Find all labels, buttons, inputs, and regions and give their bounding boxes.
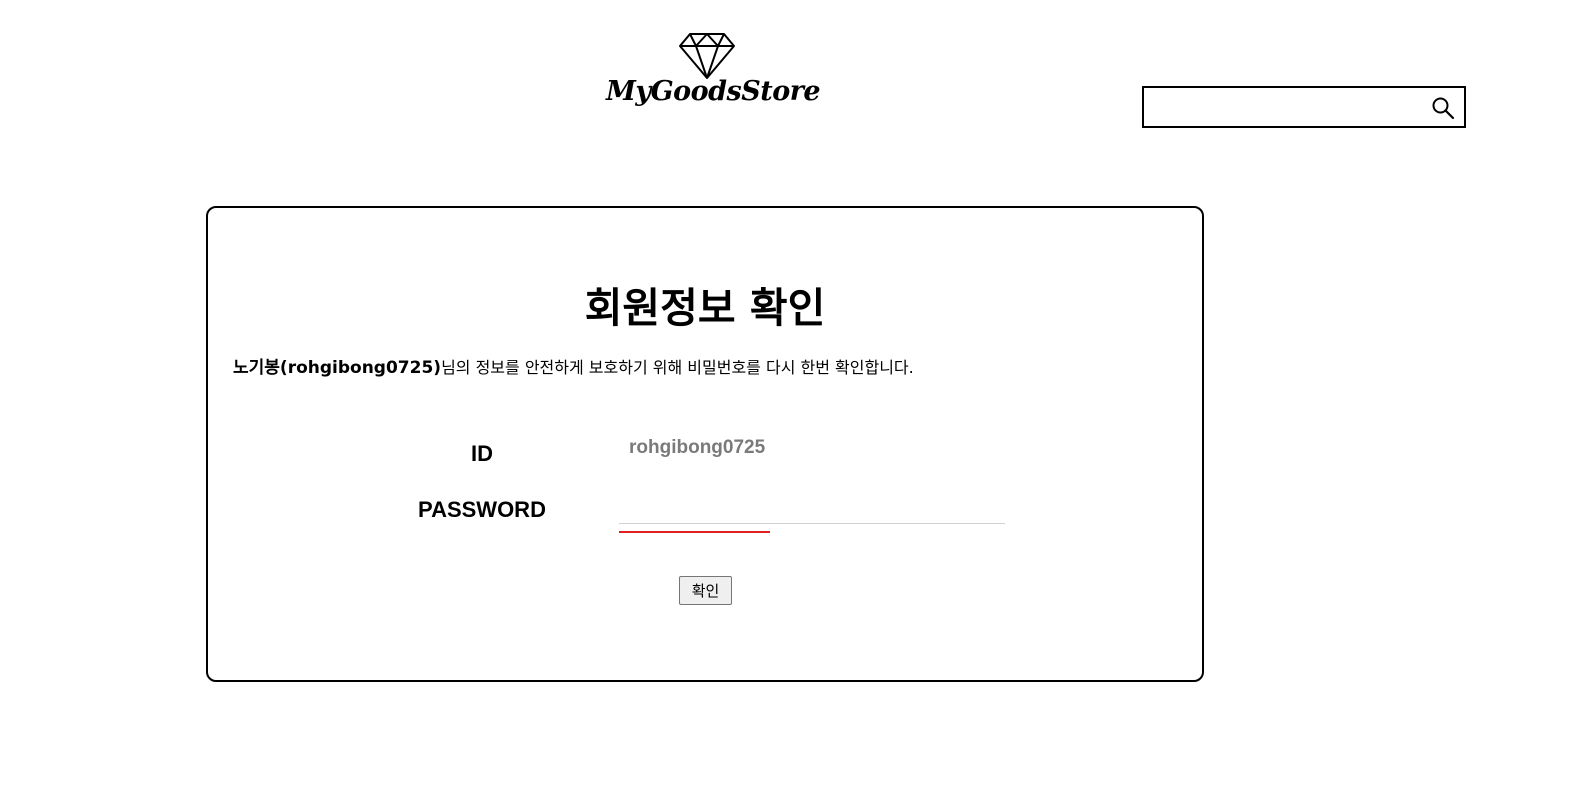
notice-message: 님의 정보를 안전하게 보호하기 위해 비밀번호를 다시 한번 확인합니다. <box>441 358 914 377</box>
id-value: rohgibong0725 <box>629 437 766 458</box>
password-focus-underline <box>619 531 770 533</box>
diamond-icon <box>679 33 735 79</box>
search-bar <box>1142 86 1466 128</box>
password-label: PASSWORD <box>418 497 546 522</box>
search-input[interactable] <box>1150 92 1424 124</box>
search-icon[interactable] <box>1431 96 1455 120</box>
password-input[interactable] <box>619 494 1005 524</box>
confirm-button[interactable]: 확인 <box>679 576 732 605</box>
id-label: ID <box>471 441 493 466</box>
page-title: 회원정보 확인 <box>584 284 826 332</box>
notice-text: 노기봉(rohgibong0725)님의 정보를 안전하게 보호하기 위해 비밀… <box>233 353 914 378</box>
verify-card: 회원정보 확인 노기봉(rohgibong0725)님의 정보를 안전하게 보호… <box>206 206 1204 682</box>
user-name: 노기봉(rohgibong0725) <box>233 358 442 378</box>
logo-text: MyGoodsStore <box>606 76 821 107</box>
site-logo[interactable]: MyGoodsStore <box>606 32 821 124</box>
